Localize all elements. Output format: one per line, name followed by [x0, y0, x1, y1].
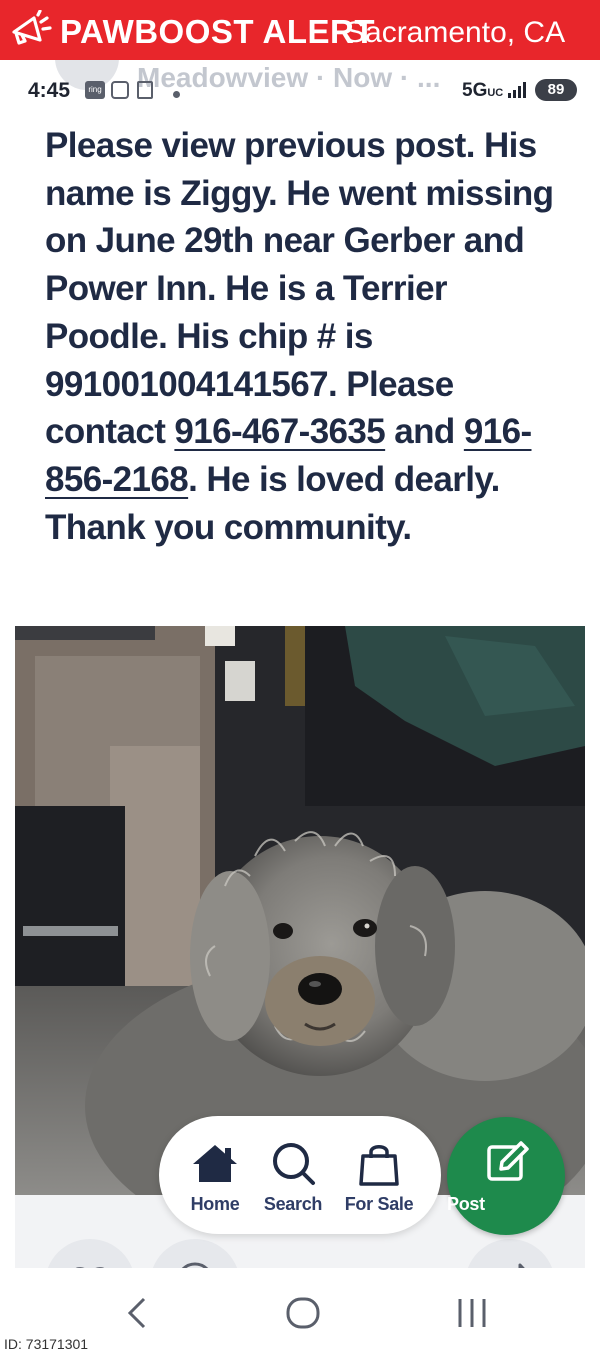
dog-photo-image [15, 626, 585, 1195]
heart-icon [76, 1267, 104, 1268]
edit-icon [487, 1141, 529, 1181]
post-meta: Meadowview · Now · ... [137, 62, 441, 93]
nav-for-sale[interactable]: For Sale [337, 1116, 421, 1234]
dog-photo[interactable] [15, 626, 585, 1195]
document-icon [137, 81, 153, 99]
notification-dot-icon [173, 91, 180, 98]
post-button[interactable]: Post [447, 1117, 565, 1235]
banner-brand: PAWBOOST ALERT [60, 13, 375, 50]
bottom-nav: Home Search For Sale [159, 1116, 441, 1234]
nav-home-label: Home [190, 1194, 240, 1214]
network-indicator: 5GUC [462, 80, 503, 102]
share-button[interactable] [465, 1239, 555, 1268]
banner-city: Sacramento, CA [345, 16, 566, 49]
recent-apps-icon[interactable] [455, 1298, 489, 1328]
phone-link-1[interactable]: 916-467-3635 [174, 412, 385, 451]
post-text-1: Please view previous post. His name is Z… [45, 126, 554, 452]
post-text-2: and [385, 412, 464, 452]
system-nav-bar [0, 1268, 600, 1359]
battery-indicator: 89 [535, 79, 577, 101]
share-icon [518, 1263, 525, 1268]
shopping-bag-icon [359, 1145, 399, 1186]
comment-icon [181, 1262, 209, 1268]
search-icon [273, 1143, 315, 1185]
post-button-label: Post [447, 1194, 485, 1214]
nav-search-label: Search [263, 1194, 323, 1214]
back-icon[interactable] [122, 1296, 150, 1330]
ring-icon: ring [85, 81, 105, 99]
nav-home[interactable]: Home [181, 1116, 249, 1234]
network-suffix: UC [487, 87, 504, 99]
status-time: 4:45 [28, 79, 71, 102]
post-screenshot: Meadowview · Now · ... 4:45 ring 5GUC 89… [15, 60, 585, 1268]
nav-search[interactable]: Search [257, 1116, 329, 1234]
post-card: Meadowview · Now · ... 4:45 ring 5GUC 89… [15, 60, 585, 626]
post-body: Please view previous post. His name is Z… [45, 122, 565, 551]
alert-banner: PAWBOOST ALERT Sacramento, CA [0, 0, 600, 60]
cast-icon [111, 81, 129, 99]
comment-button[interactable] [150, 1239, 240, 1268]
network-label: 5G [462, 80, 488, 101]
post-id-label: ID: 73171301 [4, 1336, 89, 1352]
like-button[interactable] [45, 1239, 135, 1268]
signal-icon [508, 82, 526, 98]
nav-for-sale-label: For Sale [344, 1194, 414, 1214]
home-icon [193, 1145, 237, 1182]
megaphone-icon [12, 10, 52, 45]
home-circle-icon[interactable] [285, 1296, 321, 1330]
status-bar: Meadowview · Now · ... 4:45 ring 5GUC 89 [15, 60, 585, 110]
